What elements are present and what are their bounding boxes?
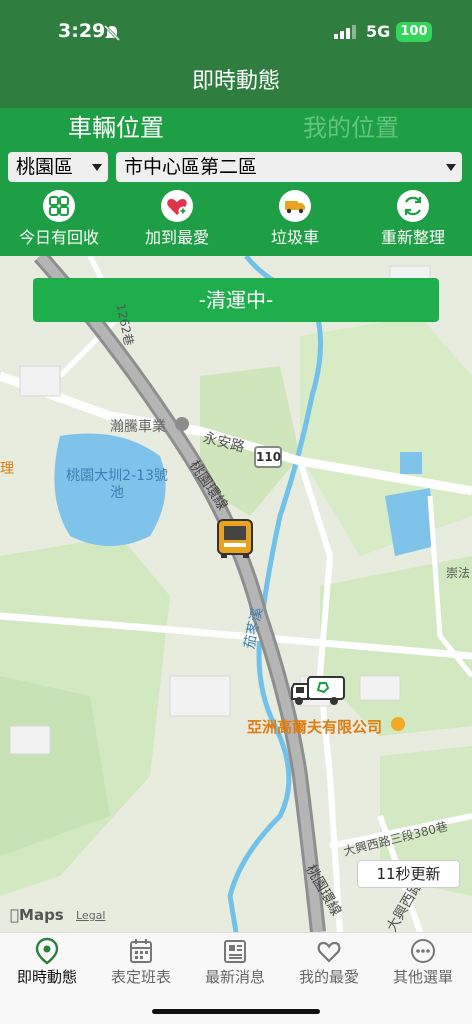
battery-indicator: 100 [396, 22, 432, 42]
tab-vehicle-location[interactable]: 車輛位置 [68, 110, 164, 146]
route-value: 市中心區第二區 [124, 156, 258, 178]
tab-my-location[interactable]: 我的位置 [303, 110, 399, 146]
recycle-truck-marker[interactable] [290, 674, 346, 710]
refresh-countdown: 11秒更新 [357, 860, 460, 888]
tab-label: 其他選單 [392, 968, 453, 986]
network-type: 5G [366, 22, 391, 41]
action-label: 今日有回收 [18, 228, 99, 247]
home-indicator [152, 1009, 320, 1014]
page-title: 即時動態 [191, 69, 280, 94]
heart-icon [316, 937, 342, 969]
route-select[interactable]: 市中心區第二區 [116, 152, 462, 182]
chevron-down-icon [446, 164, 456, 171]
tab-news[interactable]: 最新消息 [188, 933, 282, 993]
action-label: 垃圾車 [270, 228, 319, 247]
legal-link[interactable]: Legal [76, 909, 105, 922]
more-icon [410, 937, 436, 969]
tab-label: 表定班表 [110, 968, 171, 986]
tab-label: 最新消息 [204, 968, 265, 986]
recycle-grid-icon [43, 190, 75, 222]
garbage-truck-button[interactable]: 垃圾車 [236, 188, 354, 252]
tab-live-status[interactable]: 即時動態 [0, 933, 94, 993]
maps-attribution-text: Maps [10, 906, 64, 924]
truck-icon [279, 190, 311, 222]
poi-company-label: 亞洲高爾夫有限公司 [247, 718, 383, 736]
chevron-down-icon [92, 164, 102, 171]
tab-more[interactable]: 其他選單 [376, 933, 470, 993]
tab-label: 我的最愛 [298, 968, 359, 986]
map-label-edge: 崇法 [446, 566, 471, 580]
status-time: 3:29 [58, 20, 106, 42]
heart-add-icon [161, 190, 193, 222]
control-panel: 車輛位置 我的位置 桃園區 市中心區第二區 今日有回收 加到最愛 垃圾車 重新整… [0, 108, 472, 256]
car-repair-icon [175, 417, 189, 431]
newspaper-icon [222, 937, 248, 969]
tab-schedule[interactable]: 表定班表 [94, 933, 188, 993]
refresh-button[interactable]: 重新整理 [354, 188, 472, 252]
app-header: 即時動態 [0, 60, 472, 108]
map-label-pond: 桃園大圳2-13號池 [66, 468, 168, 501]
poi-business-label: 瀚騰車業 [110, 419, 166, 435]
location-pin-icon [34, 937, 60, 969]
calendar-icon [128, 937, 154, 969]
bell-muted-icon [103, 24, 121, 46]
district-select[interactable]: 桃園區 [8, 152, 108, 182]
today-recycle-button[interactable]: 今日有回收 [0, 188, 118, 252]
collection-status-banner: -清運中- [33, 278, 439, 322]
action-label: 重新整理 [380, 228, 445, 247]
status-bar: 3:29 5G 100 [0, 0, 472, 60]
map-view[interactable]: -清運中- 1262巷 瀚騰車業 永安路 110 桃園環線 桃園大圳2-13號池… [0, 256, 472, 932]
map-label-edge: 理 [0, 461, 14, 477]
refresh-icon [397, 190, 429, 222]
tab-label: 即時動態 [16, 968, 77, 986]
golf-icon [391, 717, 405, 731]
signal-icon [334, 24, 358, 43]
garbage-truck-marker[interactable] [217, 519, 253, 563]
action-label: 加到最愛 [144, 228, 209, 247]
apple-icon:  [10, 906, 19, 924]
add-favorite-button[interactable]: 加到最愛 [118, 188, 236, 252]
highway-shield: 110 [254, 446, 282, 468]
district-value: 桃園區 [16, 156, 74, 178]
tab-favorites[interactable]: 我的最愛 [282, 933, 376, 993]
maps-attribution: Maps [10, 906, 64, 924]
